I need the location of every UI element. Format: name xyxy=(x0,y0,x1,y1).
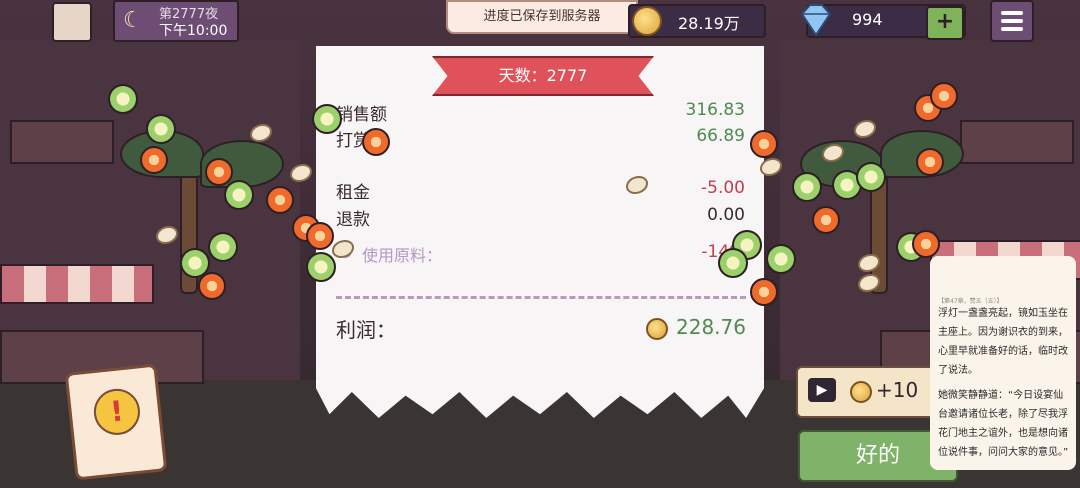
lime-slice xyxy=(306,252,336,282)
tomato-slice xyxy=(750,130,778,158)
coin-icon xyxy=(632,6,662,36)
tomato-slice xyxy=(198,272,226,300)
sales-label: 销售额 xyxy=(336,105,387,125)
play-icon: ▶ xyxy=(808,378,836,402)
paragraph: 浮灯一盏盏亮起，镜如玉坐在主座上。因为谢识衣的到来，心里早就准备好的话，临时改了… xyxy=(938,308,1068,376)
lime-slice xyxy=(792,172,822,202)
alert-card[interactable]: ! xyxy=(64,363,168,481)
tomato-slice xyxy=(750,278,778,306)
player-avatar[interactable] xyxy=(52,2,92,42)
hamburger-icon xyxy=(1001,27,1023,31)
night-counter: ☾ 第2777夜 下午10:00 xyxy=(113,0,239,42)
tomato-slice xyxy=(205,158,233,186)
paragraph: 她微笑静静道：“今日设宴仙台邀请诸位长老，除了尽我浮花门地主之谊外，也是想向诸位… xyxy=(938,390,1069,458)
gem-balance: 994 + xyxy=(800,4,966,40)
lime-slice xyxy=(224,180,254,210)
left-shelf xyxy=(10,120,114,164)
save-toast: 进度已保存到服务器 xyxy=(446,0,638,34)
hamburger-icon xyxy=(1001,19,1023,23)
lime-slice xyxy=(208,232,238,262)
profit-label: 利润： xyxy=(336,318,396,342)
right-shelf xyxy=(960,120,1074,164)
ad-reward-amount: +10 xyxy=(876,378,919,402)
profit-value: 228.76 xyxy=(676,315,746,339)
coin-balance: 28.19万 xyxy=(628,4,766,38)
tomato-slice xyxy=(812,206,840,234)
divider xyxy=(336,296,746,299)
time-of-day: 下午10:00 xyxy=(159,23,228,39)
rent-value: -5.00 xyxy=(701,178,745,198)
coin-icon xyxy=(850,381,872,403)
tomato-slice xyxy=(930,82,958,110)
lime-slice xyxy=(108,84,138,114)
reading-panel[interactable]: 【第47章，赞五（五）】 浮灯一盏盏亮起，镜如玉坐在主座上。因为谢识衣的到来，心… xyxy=(930,256,1076,470)
moon-icon: ☾ xyxy=(123,8,143,33)
lime-slice xyxy=(718,248,748,278)
tomato-slice xyxy=(266,186,294,214)
tips-value: 66.89 xyxy=(696,126,745,146)
tomato-slice xyxy=(140,146,168,174)
hamburger-icon xyxy=(1001,11,1023,15)
coin-icon xyxy=(646,318,668,340)
lime-slice xyxy=(766,244,796,274)
refund-value: 0.00 xyxy=(707,205,745,225)
tomato-slice xyxy=(306,222,334,250)
materials-label: 使用原料： xyxy=(362,246,443,265)
tomato-slice xyxy=(912,230,940,258)
refund-label: 退款 xyxy=(336,210,370,230)
lime-slice xyxy=(312,104,342,134)
tomato-slice xyxy=(916,148,944,176)
watch-ad-button[interactable]: ▶ +10 xyxy=(796,366,940,418)
left-awning xyxy=(0,264,154,304)
lime-slice xyxy=(856,162,886,192)
lime-slice xyxy=(146,114,176,144)
diamond-icon xyxy=(800,4,832,37)
exclamation-icon: ! xyxy=(91,386,143,438)
sales-value: 316.83 xyxy=(685,100,745,120)
menu-button[interactable] xyxy=(990,0,1034,42)
gem-amount: 994 xyxy=(852,10,883,29)
day-banner: 天数：2777 xyxy=(432,56,654,96)
coin-amount: 28.19万 xyxy=(678,14,740,33)
add-gems-button[interactable]: + xyxy=(926,6,964,40)
tomato-slice xyxy=(362,128,390,156)
rent-label: 租金 xyxy=(336,183,370,203)
